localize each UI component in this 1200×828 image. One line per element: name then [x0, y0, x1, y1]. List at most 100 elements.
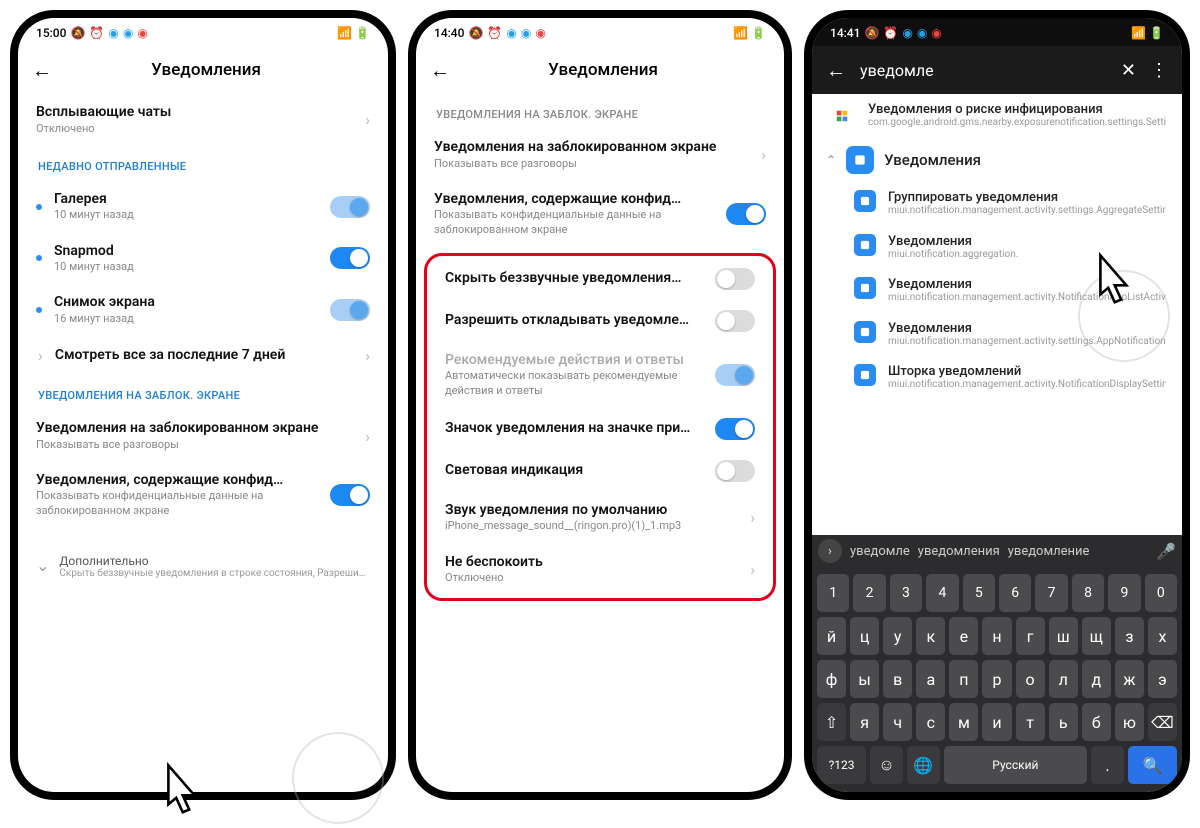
row-advanced[interactable]: ⌄ Дополнительно Скрыть беззвучные уведом…: [18, 546, 388, 589]
toggle[interactable]: [715, 268, 755, 290]
key[interactable]: ч: [883, 703, 912, 741]
key[interactable]: 3: [890, 574, 922, 612]
row-hide-silent[interactable]: Скрыть беззвучные уведомления…: [427, 258, 773, 300]
row-lockscreen-notif[interactable]: Уведомления на заблокированном экране По…: [18, 410, 388, 462]
key[interactable]: к: [916, 617, 945, 655]
key[interactable]: 1: [817, 574, 849, 612]
toggle[interactable]: [330, 196, 370, 218]
key[interactable]: в: [883, 660, 912, 698]
key[interactable]: 8: [1072, 574, 1104, 612]
see-all-row[interactable]: › Смотреть все за последние 7 дней ›: [18, 336, 388, 375]
key[interactable]: 9: [1108, 574, 1140, 612]
key[interactable]: п: [949, 660, 978, 698]
toggle[interactable]: [330, 484, 370, 506]
key[interactable]: ю: [1115, 703, 1144, 741]
back-button[interactable]: ←: [430, 58, 450, 83]
back-button[interactable]: ←: [826, 58, 846, 83]
key[interactable]: ц: [850, 617, 879, 655]
space-key[interactable]: Русский: [944, 746, 1087, 784]
result-exposure[interactable]: Уведомления о риске инфицирования com.go…: [812, 94, 1182, 138]
result-parent[interactable]: ⌃ Уведомления: [812, 138, 1182, 182]
key[interactable]: х: [1148, 617, 1177, 655]
key[interactable]: 0: [1145, 574, 1177, 612]
key[interactable]: щ: [1082, 617, 1111, 655]
row-snooze[interactable]: Разрешить откладывать уведомле…: [427, 300, 773, 342]
key[interactable]: й: [817, 617, 846, 655]
key[interactable]: а: [916, 660, 945, 698]
key[interactable]: ы: [850, 660, 879, 698]
toggle[interactable]: [715, 460, 755, 482]
row-default-sound[interactable]: Звук уведомления по умолчанию iPhone_mes…: [427, 492, 773, 544]
key[interactable]: р: [982, 660, 1011, 698]
key[interactable]: с: [916, 703, 945, 741]
key[interactable]: 2: [853, 574, 885, 612]
key[interactable]: н: [982, 617, 1011, 655]
row-dnd[interactable]: Не беспокоить Отключено ›: [427, 544, 773, 596]
key[interactable]: и: [982, 703, 1011, 741]
suggestion[interactable]: уведомление: [1008, 544, 1090, 559]
result-item[interactable]: Уведомления miui.notification.aggregatio…: [812, 226, 1182, 270]
key[interactable]: з: [1115, 617, 1144, 655]
back-button[interactable]: ←: [32, 58, 52, 83]
suggestion[interactable]: уведомления: [918, 544, 1000, 559]
play-services-icon: [828, 102, 856, 130]
row-notif-badge[interactable]: Значок уведомления на значке при…: [427, 408, 773, 450]
recent-app-row[interactable]: Галерея 10 минут назад: [18, 181, 388, 233]
toggle[interactable]: [330, 247, 370, 269]
symbols-key[interactable]: ?123: [817, 746, 866, 784]
search-input[interactable]: уведомле: [860, 61, 1107, 80]
recent-app-row[interactable]: Снимок экрана 16 минут назад: [18, 284, 388, 336]
mic-icon[interactable]: 🎤: [1156, 542, 1176, 561]
row-popup-chats[interactable]: Всплывающие чаты Отключено ›: [18, 94, 388, 146]
result-sub: miui.notification.aggregation.: [888, 249, 1166, 262]
key[interactable]: 7: [1035, 574, 1067, 612]
more-icon[interactable]: ⋮: [1150, 60, 1168, 81]
backspace-key[interactable]: ⌫: [1148, 703, 1177, 741]
row-sub: Автоматически показывать рекомендуемые д…: [445, 369, 703, 398]
search-key[interactable]: 🔍: [1128, 746, 1177, 784]
key[interactable]: э: [1148, 660, 1177, 698]
clock: 15:00: [36, 26, 66, 40]
key[interactable]: л: [1049, 660, 1078, 698]
key[interactable]: ф: [817, 660, 846, 698]
key[interactable]: е: [949, 617, 978, 655]
key[interactable]: г: [1016, 617, 1045, 655]
shift-key[interactable]: ⇧: [817, 703, 846, 741]
key[interactable]: т: [1016, 703, 1045, 741]
period-key[interactable]: .: [1091, 746, 1124, 784]
row-sensitive-notif[interactable]: Уведомления, содержащие конфид… Показыва…: [416, 181, 784, 247]
key[interactable]: у: [883, 617, 912, 655]
key[interactable]: ж: [1115, 660, 1144, 698]
status-bar: 14:41 🔕 ⏰ ◉ ◉ ◉ 📶 🔋: [812, 18, 1182, 46]
notifications-icon: [854, 321, 876, 343]
emoji-key[interactable]: ☺: [870, 746, 903, 784]
suggestion[interactable]: уведомле: [850, 544, 910, 559]
globe-key[interactable]: 🌐: [907, 746, 940, 784]
toggle[interactable]: [330, 299, 370, 321]
key[interactable]: 6: [999, 574, 1031, 612]
toggle[interactable]: [726, 203, 766, 225]
app-time: 16 минут назад: [54, 312, 318, 326]
chevron-right-icon: ›: [38, 346, 43, 365]
row-title: Уведомления на заблокированном экране: [434, 139, 749, 157]
key[interactable]: я: [850, 703, 879, 741]
recent-app-row[interactable]: Snapmod 10 минут назад: [18, 233, 388, 285]
key[interactable]: 4: [926, 574, 958, 612]
result-item[interactable]: Шторка уведомлений miui.notification.man…: [812, 356, 1182, 400]
row-lockscreen-notif[interactable]: Уведомления на заблокированном экране По…: [416, 129, 784, 181]
key[interactable]: о: [1016, 660, 1045, 698]
toggle[interactable]: [715, 310, 755, 332]
expand-suggestions[interactable]: ›: [818, 539, 842, 563]
key[interactable]: д: [1082, 660, 1111, 698]
clear-icon[interactable]: ✕: [1121, 60, 1136, 81]
key[interactable]: 5: [963, 574, 995, 612]
key[interactable]: ш: [1049, 617, 1078, 655]
row-sub: iPhone_message_sound__(ringon.pro)(1)_1.…: [445, 519, 738, 533]
row-sensitive-notif[interactable]: Уведомления, содержащие конфид… Показыва…: [18, 462, 388, 528]
key[interactable]: м: [949, 703, 978, 741]
row-light-indication[interactable]: Световая индикация: [427, 450, 773, 492]
toggle[interactable]: [715, 418, 755, 440]
key[interactable]: ь: [1049, 703, 1078, 741]
key[interactable]: б: [1082, 703, 1111, 741]
result-item[interactable]: Группировать уведомления miui.notificati…: [812, 182, 1182, 226]
